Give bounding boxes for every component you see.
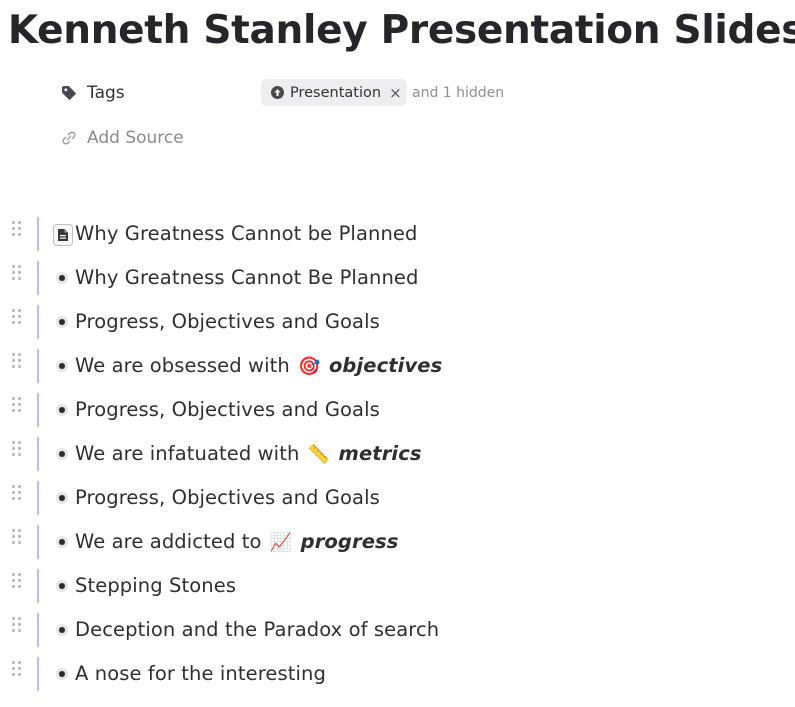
block-text-main: A nose for the interesting (75, 662, 326, 685)
bullet-icon[interactable] (56, 272, 68, 284)
list-item[interactable]: Deception and the Paradox of search (0, 608, 795, 652)
block-indent-bar (37, 481, 39, 515)
block-text[interactable]: A nose for the interesting (75, 662, 326, 685)
block-text-main: We are addicted to (75, 530, 262, 553)
block-indent-bar (37, 217, 39, 251)
bullet-icon[interactable] (56, 580, 68, 592)
list-item[interactable]: Progress, Objectives and Goals (0, 388, 795, 432)
link-icon (60, 129, 78, 147)
add-source-property[interactable]: Add Source (60, 123, 184, 153)
bullet-icon[interactable] (56, 448, 68, 460)
block-text-main: Progress, Objectives and Goals (75, 398, 380, 421)
drag-handle-icon[interactable] (12, 265, 24, 283)
bullet-icon[interactable] (56, 316, 68, 328)
add-source-label: Add Source (87, 128, 184, 148)
block-text[interactable]: Why Greatness Cannot Be Planned (75, 266, 419, 289)
block-indent-bar (37, 349, 39, 383)
block-indent-bar (37, 305, 39, 339)
block-text-main: Progress, Objectives and Goals (75, 310, 380, 333)
list-item[interactable]: We are addicted to 📈 progress (0, 520, 795, 564)
block-text-main: Why Greatness Cannot Be Planned (75, 266, 419, 289)
block-text[interactable]: Progress, Objectives and Goals (75, 398, 380, 421)
block-indent-bar (37, 393, 39, 427)
block-indent-bar (37, 525, 39, 559)
list-item[interactable]: We are obsessed with 🎯 objectives (0, 344, 795, 388)
block-text-main: Why Greatness Cannot be Planned (75, 222, 418, 245)
block-indent-bar (37, 261, 39, 295)
block-indent-bar (37, 657, 39, 691)
bullet-icon[interactable] (56, 404, 68, 416)
document-icon[interactable] (53, 224, 73, 246)
block-indent-bar (37, 613, 39, 647)
block-text-main: Deception and the Paradox of search (75, 618, 440, 641)
emoji-icon: 🎯 (298, 356, 321, 377)
bullet-icon[interactable] (56, 668, 68, 680)
block-text[interactable]: Stepping Stones (75, 574, 236, 597)
list-item[interactable]: Why Greatness Cannot be Planned (0, 212, 795, 256)
block-text[interactable]: We are infatuated with 📏 metrics (75, 442, 422, 465)
block-text-emphasis: objectives (328, 354, 443, 377)
block-list: Why Greatness Cannot be Planned Why Great… (0, 212, 795, 696)
drag-handle-icon[interactable] (12, 397, 24, 415)
block-text-emphasis: progress (300, 530, 399, 553)
block-text[interactable]: Why Greatness Cannot be Planned (75, 222, 418, 245)
drag-handle-icon[interactable] (12, 441, 24, 459)
list-item[interactable]: Progress, Objectives and Goals (0, 476, 795, 520)
block-indent-bar (37, 437, 39, 471)
block-indent-bar (37, 569, 39, 603)
drag-handle-icon[interactable] (12, 529, 24, 547)
bullet-icon[interactable] (56, 536, 68, 548)
hidden-tags-count[interactable]: and 1 hidden (412, 85, 504, 101)
tags-label: Tags (87, 83, 125, 103)
block-text[interactable]: Progress, Objectives and Goals (75, 486, 380, 509)
drag-handle-icon[interactable] (12, 661, 24, 679)
list-item[interactable]: A nose for the interesting (0, 652, 795, 696)
drag-handle-icon[interactable] (12, 573, 24, 591)
drag-handle-icon[interactable] (12, 485, 24, 503)
arrow-up-circle-icon (271, 86, 284, 99)
tag-icon (60, 84, 78, 102)
bullet-icon[interactable] (56, 624, 68, 636)
remove-tag-button[interactable]: × (389, 84, 402, 102)
block-text-emphasis: metrics (338, 442, 422, 465)
list-item[interactable]: Stepping Stones (0, 564, 795, 608)
block-text[interactable]: We are obsessed with 🎯 objectives (75, 354, 442, 377)
drag-handle-icon[interactable] (12, 617, 24, 635)
list-item[interactable]: Progress, Objectives and Goals (0, 300, 795, 344)
list-item[interactable]: We are infatuated with 📏 metrics (0, 432, 795, 476)
block-text[interactable]: Progress, Objectives and Goals (75, 310, 380, 333)
list-item[interactable]: Why Greatness Cannot Be Planned (0, 256, 795, 300)
block-text-main: Progress, Objectives and Goals (75, 486, 380, 509)
block-text-main: We are obsessed with (75, 354, 290, 377)
drag-handle-icon[interactable] (12, 221, 24, 239)
tags-property[interactable]: Tags (60, 78, 125, 108)
block-text[interactable]: Deception and the Paradox of search (75, 618, 439, 641)
emoji-icon: 📈 (269, 532, 293, 553)
emoji-icon: 📏 (307, 444, 331, 465)
page-title[interactable]: Kenneth Stanley Presentation Slides (0, 8, 795, 53)
drag-handle-icon[interactable] (12, 309, 24, 327)
tag-pill-presentation[interactable]: Presentation × (261, 79, 407, 106)
block-text-main: We are infatuated with (75, 442, 300, 465)
block-text[interactable]: We are addicted to 📈 progress (75, 530, 398, 553)
bullet-icon[interactable] (56, 492, 68, 504)
bullet-icon[interactable] (56, 360, 68, 372)
tag-pill-label: Presentation (290, 84, 382, 101)
block-text-main: Stepping Stones (75, 574, 237, 597)
drag-handle-icon[interactable] (12, 353, 24, 371)
